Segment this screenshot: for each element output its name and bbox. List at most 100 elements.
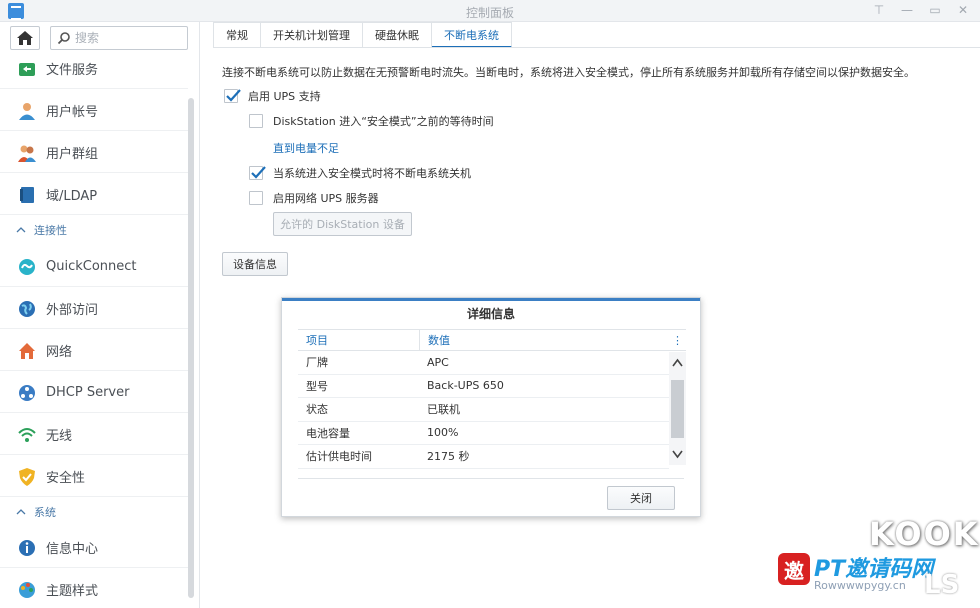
chevron-up-icon[interactable]: [672, 358, 683, 368]
search-input[interactable]: [75, 30, 183, 46]
sidebar: 文件服务 用户帐号 用户群组 域/LDAP 连接性 QuickConnect 外…: [0, 22, 200, 608]
tab-general[interactable]: 常规: [213, 22, 261, 48]
device-info-button[interactable]: 设备信息: [222, 252, 288, 276]
home-button[interactable]: [10, 26, 40, 50]
wait-time-label: DiskStation 进入“安全模式”之前的等待时间: [273, 115, 494, 128]
sidebar-item-wireless[interactable]: 无线: [0, 415, 188, 455]
row-value: APC: [427, 355, 449, 369]
check-icon: [251, 166, 266, 179]
allowed-devices-button[interactable]: 允许的 DiskStation 设备: [273, 212, 412, 236]
pin-icon[interactable]: ⊤: [872, 3, 886, 17]
table-row: 状态 已联机: [298, 398, 669, 422]
home-icon: [17, 31, 33, 45]
shield-icon: [16, 466, 38, 488]
sidebar-item-security[interactable]: 安全性: [0, 457, 188, 497]
row-value: 2175 秒: [427, 450, 470, 464]
until-low-battery-link[interactable]: 直到电量不足: [273, 140, 339, 156]
tab-power-schedule[interactable]: 开关机计划管理: [261, 22, 363, 48]
section-connectivity[interactable]: 连接性: [16, 220, 186, 240]
column-menu-icon[interactable]: ⋮: [669, 334, 686, 347]
ups-description: 连接不断电系统可以防止数据在无预警断电时流失。当断电时，系统将进入安全模式，停止…: [222, 66, 915, 79]
row-item: 状态: [306, 403, 328, 417]
chevron-down-icon[interactable]: [672, 449, 683, 459]
title-bar: 控制面板 ⊤ — ▭ ✕: [0, 0, 980, 22]
section-system[interactable]: 系统: [16, 502, 186, 522]
table-row: 估计供电时间 2175 秒: [298, 445, 669, 469]
sidebar-item-info-center[interactable]: 信息中心: [0, 528, 188, 568]
close-icon[interactable]: ✕: [956, 3, 970, 17]
minimize-icon[interactable]: —: [900, 3, 914, 17]
shutdown-ups-checkbox[interactable]: [249, 166, 266, 180]
wifi-icon: [16, 424, 38, 446]
group-icon: [16, 142, 38, 164]
column-header-value[interactable]: 数值: [419, 330, 669, 350]
sidebar-item-label: 域/LDAP: [46, 189, 98, 204]
window-controls: ⊤ — ▭ ✕: [872, 3, 970, 17]
globe-icon: [16, 298, 38, 320]
row-item: 型号: [306, 379, 328, 393]
palette-icon: [16, 579, 38, 601]
close-button[interactable]: 关闭: [607, 486, 675, 510]
sidebar-item-network[interactable]: 网络: [0, 331, 188, 371]
sidebar-item-label: 外部访问: [46, 303, 99, 318]
tab-ups[interactable]: 不断电系统: [432, 22, 512, 48]
directory-icon: [16, 184, 38, 206]
network-ups-option[interactable]: 启用网络 UPS 服务器: [249, 189, 379, 207]
chevron-up-icon: [16, 509, 26, 515]
info-icon: [16, 537, 38, 559]
sidebar-item-label: 无线: [46, 429, 73, 444]
row-item: 估计供电时间: [306, 450, 372, 464]
sidebar-item-user-accounts[interactable]: 用户帐号: [0, 91, 188, 131]
table-scrollbar[interactable]: [669, 352, 686, 465]
search-icon: [57, 32, 70, 45]
quickconnect-icon: [16, 256, 38, 278]
wait-time-checkbox[interactable]: [249, 114, 263, 128]
maximize-icon[interactable]: ▭: [928, 3, 942, 17]
sidebar-item-domain-ldap[interactable]: 域/LDAP: [0, 175, 188, 215]
tab-hdd-hibernation[interactable]: 硬盘休眠: [363, 22, 432, 48]
sidebar-item-quickconnect[interactable]: QuickConnect: [0, 247, 188, 287]
search-field[interactable]: [50, 26, 188, 50]
sidebar-item-dhcp-server[interactable]: DHCP Server: [0, 373, 188, 413]
sidebar-item-label: QuickConnect: [46, 259, 137, 274]
sidebar-item-label: 文件服务: [46, 63, 99, 78]
folder-share-icon: [16, 58, 38, 80]
sidebar-item-external-access[interactable]: 外部访问: [0, 289, 188, 329]
enable-ups-checkbox[interactable]: [224, 89, 241, 103]
section-label: 系统: [34, 506, 56, 519]
shutdown-ups-label: 当系统进入安全模式时将不断电系统关机: [273, 167, 471, 180]
sidebar-item-label: 安全性: [46, 471, 86, 486]
sidebar-item-file-services[interactable]: 文件服务: [0, 49, 188, 89]
shutdown-ups-option[interactable]: 当系统进入安全模式时将不断电系统关机: [249, 164, 471, 182]
column-header-item[interactable]: 项目: [298, 330, 419, 350]
row-value: Back-UPS 650: [427, 379, 504, 393]
sidebar-item-label: 网络: [46, 345, 73, 360]
dialog-divider: [298, 478, 684, 479]
sidebar-scrollbar[interactable]: [188, 98, 194, 598]
dialog-title: 详细信息: [282, 298, 700, 328]
sidebar-item-label: 用户群组: [46, 147, 99, 162]
sidebar-item-theme[interactable]: 主题样式: [0, 570, 188, 608]
enable-ups-label: 启用 UPS 支持: [248, 90, 321, 103]
table-row: 型号 Back-UPS 650: [298, 375, 669, 398]
check-icon: [226, 89, 241, 102]
table-header: 项目 数值 ⋮: [298, 329, 686, 351]
sidebar-item-label: 用户帐号: [46, 105, 99, 120]
sidebar-item-user-groups[interactable]: 用户群组: [0, 133, 188, 173]
sidebar-item-label: DHCP Server: [46, 385, 130, 400]
network-icon: [16, 340, 38, 362]
enable-ups-option[interactable]: 启用 UPS 支持: [224, 87, 321, 105]
row-value: 已联机: [427, 403, 460, 417]
chevron-up-icon: [16, 227, 26, 233]
tab-bar: 常规 开关机计划管理 硬盘休眠 不断电系统: [213, 22, 512, 48]
network-ups-checkbox[interactable]: [249, 191, 263, 205]
table-row: 厂牌 APC: [298, 351, 669, 375]
wait-time-option[interactable]: DiskStation 进入“安全模式”之前的等待时间: [249, 112, 494, 130]
sidebar-item-label: 主题样式: [46, 584, 99, 599]
sidebar-item-label: 信息中心: [46, 542, 99, 557]
network-ups-label: 启用网络 UPS 服务器: [273, 192, 379, 205]
window-title: 控制面板: [465, 6, 514, 20]
scrollbar-thumb[interactable]: [671, 380, 684, 438]
tab-divider: [213, 47, 980, 48]
details-table: 项目 数值 ⋮ 厂牌 APC 型号 Back-UPS 650 状态 已联机 电池…: [298, 329, 686, 469]
